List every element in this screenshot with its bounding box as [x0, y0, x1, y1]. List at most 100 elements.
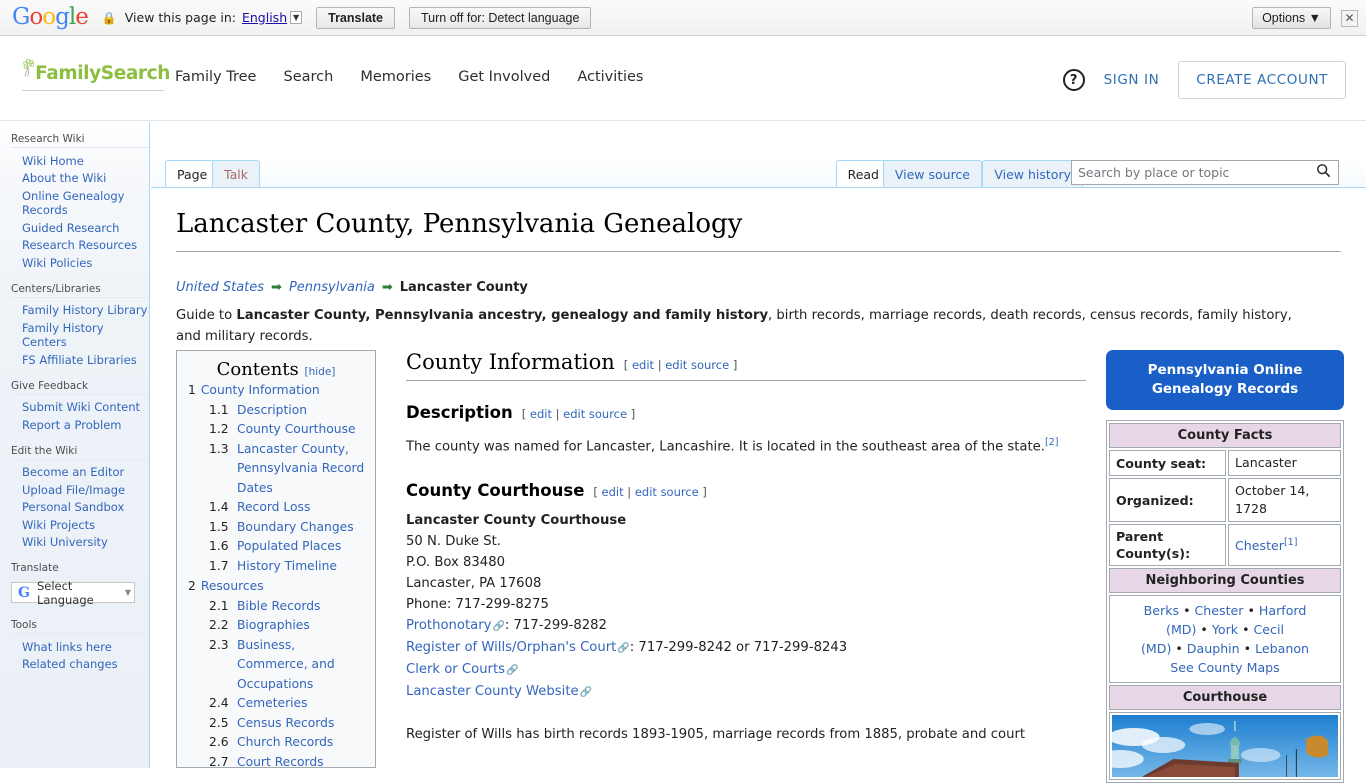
toc-entry[interactable]: 1.3 Lancaster County, Pennsylvania Record… [187, 440, 365, 499]
sidebar-item-wiki-university[interactable]: Wiki University [22, 534, 149, 552]
sidebar-item-wiki-home[interactable]: Wiki Home [22, 152, 149, 170]
toc-entry[interactable]: 2.5 Census Records [187, 714, 365, 734]
familysearch-logo[interactable]: FamilySearch [22, 51, 170, 91]
edit-source-link[interactable]: edit source [563, 407, 627, 421]
see-county-maps-link[interactable]: See County Maps [1170, 660, 1280, 675]
toc-entry[interactable]: 1.2 County Courthouse [187, 420, 365, 440]
translate-language-link[interactable]: English [242, 10, 287, 25]
nav-item-get-involved[interactable]: Get Involved [458, 69, 550, 85]
toc-link[interactable]: Record Loss [237, 498, 310, 518]
turn-off-translate-button[interactable]: Turn off for: Detect language [409, 6, 592, 29]
close-icon[interactable]: ✕ [1341, 9, 1358, 27]
sidebar-item-report-a-problem[interactable]: Report a Problem [22, 416, 149, 434]
toc-entry[interactable]: 1.1 Description [187, 401, 365, 421]
toc-link[interactable]: County Information [201, 383, 320, 397]
sidebar-item-online-genealogy-records[interactable]: Online Genealogy Records [22, 187, 149, 219]
breadcrumb-item-united-states[interactable]: United States [176, 280, 264, 295]
sidebar-item-become-an-editor[interactable]: Become an Editor [22, 464, 149, 482]
neighbor-link-berks[interactable]: Berks [1144, 603, 1179, 618]
create-account-button[interactable]: CREATE ACCOUNT [1178, 61, 1346, 99]
translate-button[interactable]: Translate [316, 6, 396, 29]
sidebar-item-about-the-wiki[interactable]: About the Wiki [22, 170, 149, 188]
toc-link[interactable]: Biographies [237, 616, 310, 636]
toc-entry[interactable]: 1.7 History Timeline [187, 557, 365, 577]
select-language-button[interactable]: G Select Language ▼ [11, 579, 135, 607]
tab-view-history[interactable]: View history [982, 160, 1083, 187]
edit-link[interactable]: edit [530, 407, 552, 421]
toc-entry[interactable]: 2.3 Business, Commerce, and Occupations [187, 636, 365, 695]
toc-entry[interactable]: 1.4 Record Loss [187, 498, 365, 518]
breadcrumb-item-pennsylvania[interactable]: Pennsylvania [289, 280, 375, 295]
bracket-open: [ [593, 485, 598, 500]
county-website-link[interactable]: Lancaster County Website [406, 684, 579, 699]
sidebar-item-upload-file-image[interactable]: Upload File/Image [22, 481, 149, 499]
sidebar-item-family-history-centers[interactable]: Family History Centers [22, 319, 149, 351]
nav-item-family-tree[interactable]: Family Tree [175, 69, 256, 85]
toc-link[interactable]: History Timeline [237, 557, 337, 577]
toc-entry[interactable]: 2 Resources [187, 577, 365, 597]
sidebar-item-family-history-library[interactable]: Family History Library [22, 302, 149, 320]
nav-item-search[interactable]: Search [283, 69, 333, 85]
register-of-wills-phone: : 717-299-8242 or 717-299-8243 [629, 640, 848, 656]
sidebar-item-wiki-policies[interactable]: Wiki Policies [22, 254, 149, 272]
toc-entry[interactable]: 1.5 Boundary Changes [187, 518, 365, 538]
sidebar-item-personal-sandbox[interactable]: Personal Sandbox [22, 499, 149, 517]
toc-hide-button[interactable]: [hide] [305, 366, 336, 378]
parent-county-link[interactable]: Chester [1235, 539, 1284, 554]
tab-view-source[interactable]: View source [882, 160, 982, 187]
sidebar-list-centers-libraries: Family History Library Family History Ce… [11, 296, 149, 369]
edit-source-link[interactable]: edit source [665, 358, 729, 372]
sidebar-item-fs-affiliate-libraries[interactable]: FS Affiliate Libraries [22, 351, 149, 369]
translate-options-button[interactable]: Options ▼ [1252, 7, 1331, 29]
toc-link[interactable]: Resources [201, 579, 264, 593]
toc-entry[interactable]: 1 County Information [187, 381, 365, 401]
toc-link[interactable]: Lancaster County, Pennsylvania Record Da… [237, 440, 365, 499]
toc-entry[interactable]: 1.6 Populated Places [187, 537, 365, 557]
search-box[interactable] [1071, 160, 1339, 185]
toc-link[interactable]: Cemeteries [237, 694, 308, 714]
toc-link[interactable]: Church Records [237, 733, 333, 753]
bracket-close: ] [732, 358, 738, 372]
neighbor-link-york[interactable]: York [1212, 622, 1238, 637]
sidebar-item-what-links-here[interactable]: What links here [22, 638, 149, 656]
toc-link[interactable]: Census Records [237, 714, 334, 734]
search-icon[interactable] [1316, 163, 1331, 182]
sidebar-item-wiki-projects[interactable]: Wiki Projects [22, 516, 149, 534]
neighbor-link-dauphin[interactable]: Dauphin [1187, 641, 1240, 656]
toc-number: 1.2 [209, 422, 229, 436]
nav-item-memories[interactable]: Memories [360, 69, 431, 85]
toc-link[interactable]: Business, Commerce, and Occupations [237, 636, 365, 695]
tab-talk[interactable]: Talk [212, 160, 260, 187]
sign-in-link[interactable]: SIGN IN [1104, 72, 1160, 88]
edit-link[interactable]: edit [602, 485, 624, 499]
sidebar-item-research-resources[interactable]: Research Resources [22, 237, 149, 255]
help-icon[interactable]: ? [1062, 69, 1085, 91]
toc-link[interactable]: Court Records [237, 753, 324, 768]
toc-link[interactable]: Bible Records [237, 597, 320, 617]
toc-entry[interactable]: 2.7 Court Records [187, 753, 365, 768]
sidebar-item-guided-research[interactable]: Guided Research [22, 219, 149, 237]
search-input[interactable] [1072, 162, 1307, 183]
reference-link[interactable]: [2] [1045, 437, 1058, 448]
toc-link[interactable]: County Courthouse [237, 420, 356, 440]
pennsylvania-online-records-button[interactable]: Pennsylvania Online Genealogy Records [1106, 350, 1344, 410]
chevron-down-icon[interactable]: ▼ [290, 11, 303, 24]
register-of-wills-link[interactable]: Register of Wills/Orphan's Court [406, 640, 616, 655]
toc-link[interactable]: Populated Places [237, 537, 341, 557]
toc-entry[interactable]: 2.4 Cemeteries [187, 694, 365, 714]
edit-source-link[interactable]: edit source [635, 485, 699, 499]
clerk-or-courts-link[interactable]: Clerk or Courts [406, 662, 505, 677]
toc-link[interactable]: Description [237, 401, 307, 421]
reference-link[interactable]: [1] [1284, 537, 1297, 548]
toc-entry[interactable]: 2.2 Biographies [187, 616, 365, 636]
toc-entry[interactable]: 2.1 Bible Records [187, 597, 365, 617]
sidebar-item-submit-wiki-content[interactable]: Submit Wiki Content [22, 399, 149, 417]
toc-link[interactable]: Boundary Changes [237, 518, 354, 538]
sidebar-item-related-changes[interactable]: Related changes [22, 656, 149, 674]
neighbor-link-chester[interactable]: Chester [1195, 603, 1244, 618]
nav-item-activities[interactable]: Activities [577, 69, 643, 85]
toc-entry[interactable]: 2.6 Church Records [187, 733, 365, 753]
prothonotary-link[interactable]: Prothonotary [406, 618, 491, 633]
edit-link[interactable]: edit [632, 358, 654, 372]
neighbor-link-lebanon[interactable]: Lebanon [1255, 641, 1309, 656]
